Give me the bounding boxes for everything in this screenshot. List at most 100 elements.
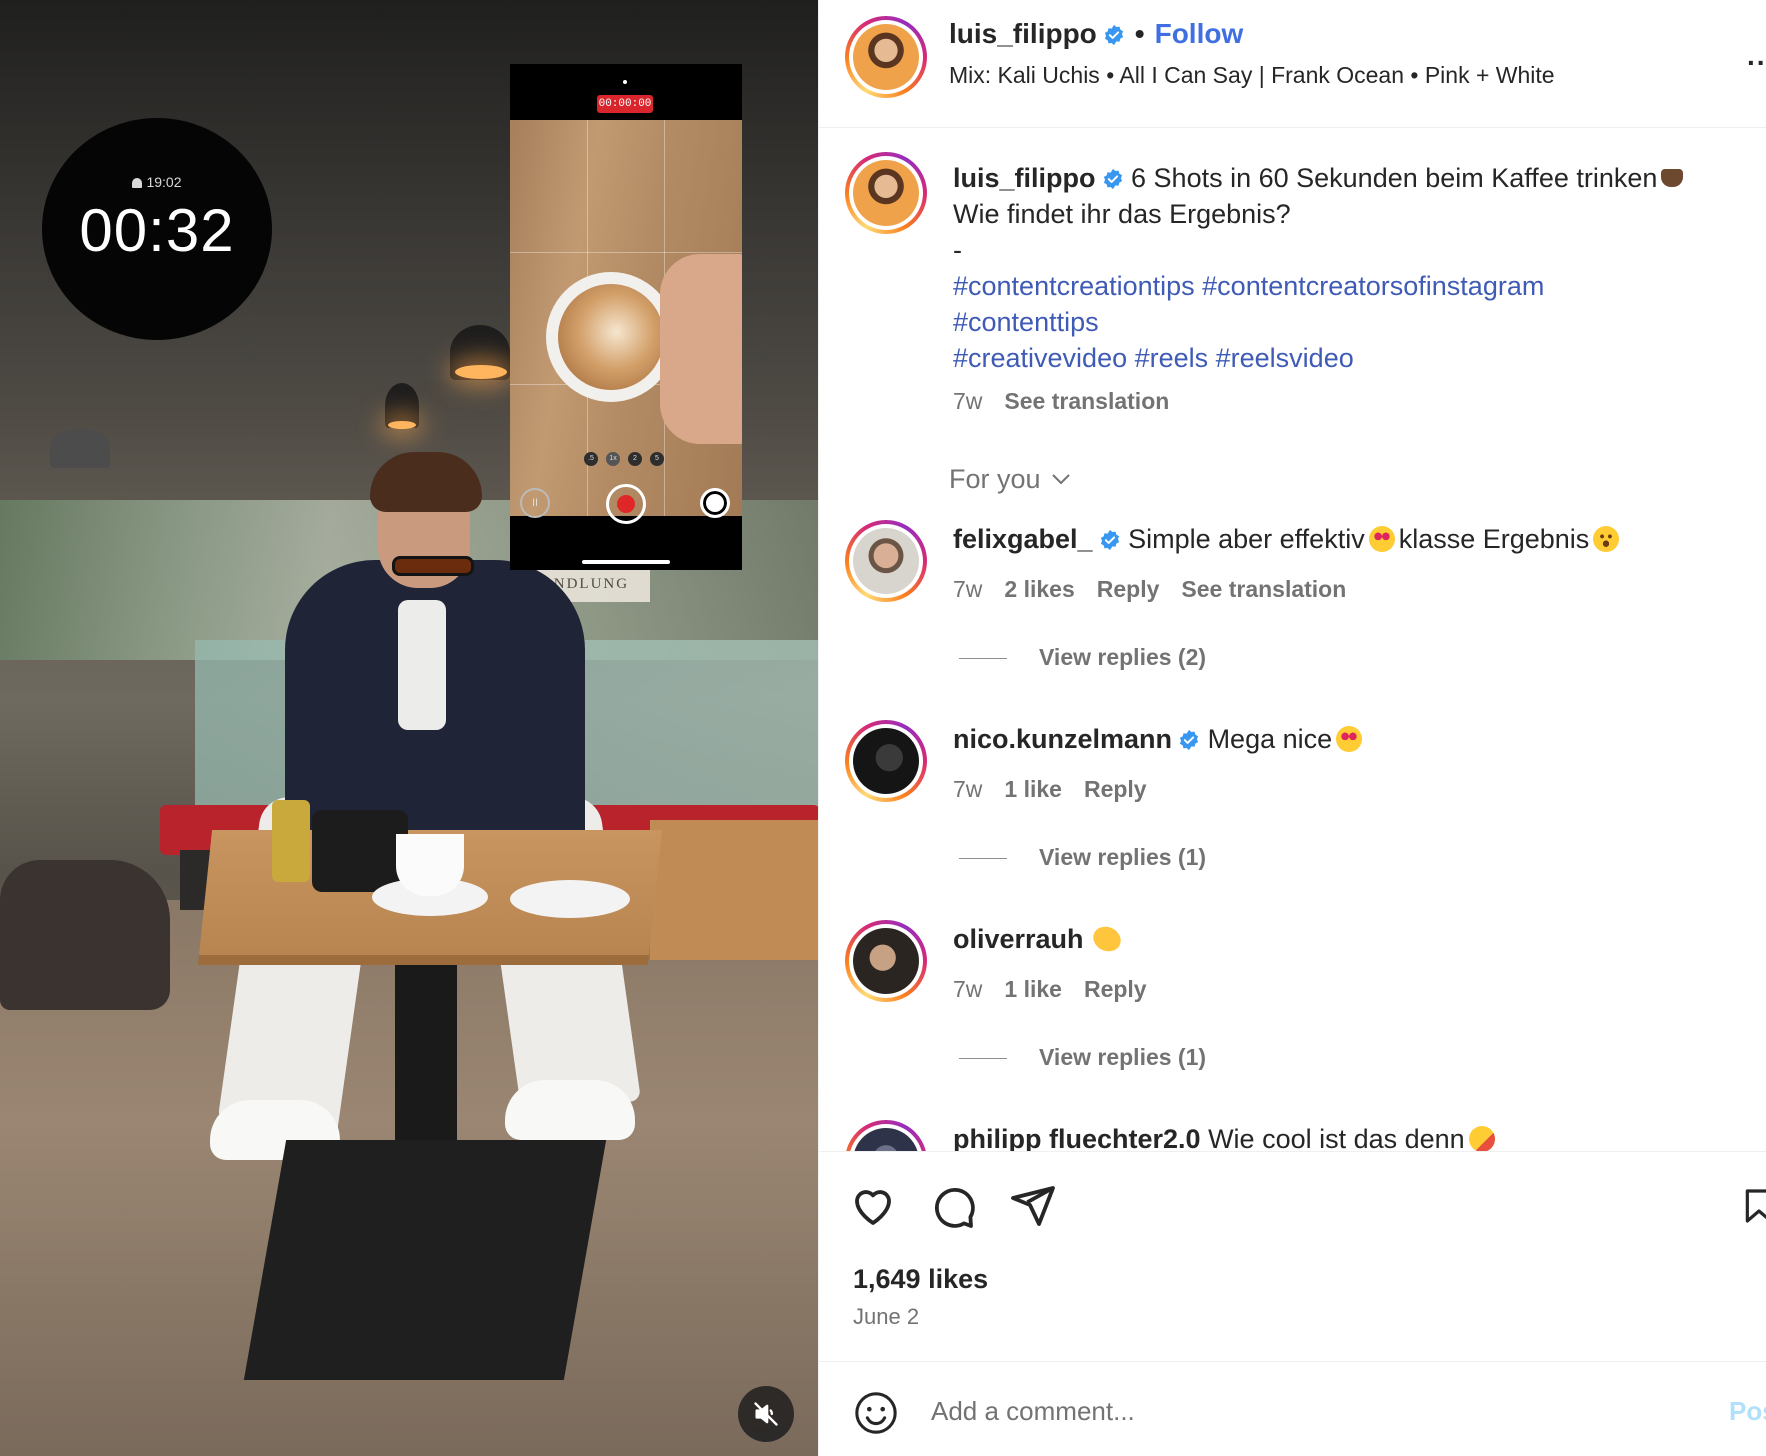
caption-line: - (953, 235, 962, 265)
sort-label: For you (949, 464, 1041, 494)
caption-username[interactable]: luis_filippo (953, 163, 1096, 193)
comment-text: klasse Ergebnis (1398, 524, 1590, 554)
emoji-picker-icon[interactable] (853, 1390, 899, 1436)
commenter-username[interactable]: philipp fluechter2.0 (953, 1124, 1201, 1151)
commenter-username[interactable]: felixgabel_ (953, 524, 1093, 554)
commenter-avatar[interactable] (845, 720, 927, 802)
author-username[interactable]: luis_filippo (949, 18, 1097, 49)
zoom-option: 2 (628, 452, 642, 466)
verified-badge-icon (1179, 729, 1199, 751)
verified-badge-icon (1100, 529, 1119, 551)
comments-list[interactable]: felixgabel_ Simple aber effektiv klasse E… (819, 500, 1766, 1151)
post-sidebar: luis_filippo • Follow Mix: Kali Uchis • Al… (818, 0, 1766, 1456)
alarm-time: 19:02 (42, 174, 272, 190)
comment-input[interactable] (931, 1386, 1611, 1436)
comment-meta: 7w 2 likes Reply See translation (953, 576, 1368, 603)
share-icon[interactable] (1009, 1182, 1057, 1230)
replies-divider (959, 858, 1007, 860)
comment-age: 7w (953, 976, 983, 1002)
commenter-avatar[interactable] (845, 520, 927, 602)
zoom-option: 5 (650, 452, 664, 466)
caption-author-avatar[interactable] (845, 152, 927, 234)
comment-body: oliverrauh (953, 922, 1124, 956)
follow-button[interactable]: Follow (1155, 18, 1244, 49)
reply-button[interactable]: Reply (1084, 776, 1147, 802)
comment-text: Wie cool ist das denn (1208, 1124, 1465, 1151)
comment-meta: 7w 1 like Reply (953, 776, 1169, 803)
comment-age: 7w (953, 576, 983, 602)
comment-likes[interactable]: 1 like (1004, 776, 1062, 802)
see-translation-link[interactable]: See translation (1004, 388, 1169, 414)
status-dot (623, 80, 627, 84)
post-header: luis_filippo • Follow Mix: Kali Uchis • Al… (819, 0, 1766, 128)
see-translation-link[interactable]: See translation (1181, 576, 1346, 602)
pendant-lamp (50, 428, 110, 468)
caption-age: 7w (953, 388, 983, 414)
table-base (243, 1140, 607, 1380)
speaker-muted-icon (754, 1402, 778, 1426)
hand (660, 254, 742, 444)
elapsed-time: 00:32 (79, 197, 235, 264)
comment-age: 7w (953, 776, 983, 802)
bag (0, 860, 170, 1010)
reply-button[interactable]: Reply (1097, 576, 1160, 602)
header-title-row: luis_filippo • Follow (949, 18, 1243, 50)
coffee-emoji-icon (1661, 169, 1684, 187)
camera (312, 810, 408, 892)
astonished-emoji-icon (1593, 526, 1620, 552)
person-shirt (398, 600, 446, 730)
home-indicator (582, 560, 670, 564)
zoom-option: .5 (584, 452, 598, 466)
lamp-glow (388, 421, 416, 429)
comment-body: felixgabel_ Simple aber effektiv klasse E… (953, 524, 1623, 555)
caption-line: Wie findet ihr das Ergebnis? (953, 199, 1291, 229)
commenter-username[interactable]: oliverrauh (953, 924, 1084, 954)
view-replies-button[interactable]: View replies (1) (959, 844, 1206, 871)
post-comment-button[interactable]: Pos (1729, 1396, 1766, 1427)
alarm-label: 19:02 (146, 174, 182, 190)
view-replies-button[interactable]: View replies (2) (959, 644, 1206, 671)
audio-info[interactable]: Mix: Kali Uchis • All I Can Say | Frank … (949, 62, 1555, 89)
hashtag-links[interactable]: #contentcreationtips #contentcreatorsofi… (953, 271, 1544, 301)
party-face-emoji-icon (1468, 1126, 1495, 1151)
replies-divider (959, 1058, 1007, 1060)
comment-body: nico.kunzelmann Mega nice (953, 724, 1366, 755)
comment-meta: 7w 1 like Reply (953, 976, 1169, 1003)
latte-art (558, 284, 664, 390)
side-table (650, 820, 818, 960)
comment-likes[interactable]: 1 like (1004, 976, 1062, 1002)
replies-divider (959, 658, 1007, 660)
sneaker (505, 1080, 635, 1140)
sunglasses (392, 556, 474, 576)
mute-toggle-button[interactable] (738, 1386, 794, 1442)
comment-sort-dropdown[interactable]: For you (949, 464, 1073, 495)
pause-icon: II (520, 488, 550, 518)
likes-count[interactable]: 1,649 likes (853, 1264, 988, 1295)
chevron-down-icon (1051, 474, 1070, 485)
view-replies-button[interactable]: View replies (1) (959, 1044, 1206, 1071)
perfume-bottle (272, 800, 310, 882)
zoom-option: 1x (606, 452, 620, 466)
bookmark-icon[interactable] (1739, 1182, 1766, 1230)
author-avatar[interactable] (845, 16, 927, 98)
grid-line (510, 252, 742, 253)
clapping-hands-emoji-icon (1089, 922, 1124, 956)
commenter-avatar[interactable] (845, 920, 927, 1002)
post-date: June 2 (853, 1304, 920, 1329)
lamp-glow (455, 365, 507, 379)
commenter-username[interactable]: nico.kunzelmann (953, 724, 1172, 754)
reel-video[interactable]: WEINHANDLUNG 19:02 00:32 00:00:00 .5 1x … (0, 0, 818, 1456)
hashtag-links[interactable]: #creativevideo #reels #reelsvideo (953, 343, 1354, 373)
hashtag-links[interactable]: #contenttips (953, 307, 1099, 337)
recording-timer: 00:00:00 (597, 95, 653, 113)
commenter-avatar[interactable] (845, 1120, 927, 1151)
reply-button[interactable]: Reply (1084, 976, 1147, 1002)
more-options-button[interactable]: ... (1747, 40, 1766, 72)
heart-eyes-emoji-icon (1368, 526, 1395, 552)
caption-meta: 7w See translation (953, 388, 1169, 415)
comment-text: Mega nice (1207, 724, 1333, 754)
heart-icon[interactable] (849, 1182, 897, 1230)
view-replies-label: View replies (1) (1039, 1044, 1207, 1070)
comment-likes[interactable]: 2 likes (1004, 576, 1074, 602)
comment-icon[interactable] (929, 1182, 977, 1230)
